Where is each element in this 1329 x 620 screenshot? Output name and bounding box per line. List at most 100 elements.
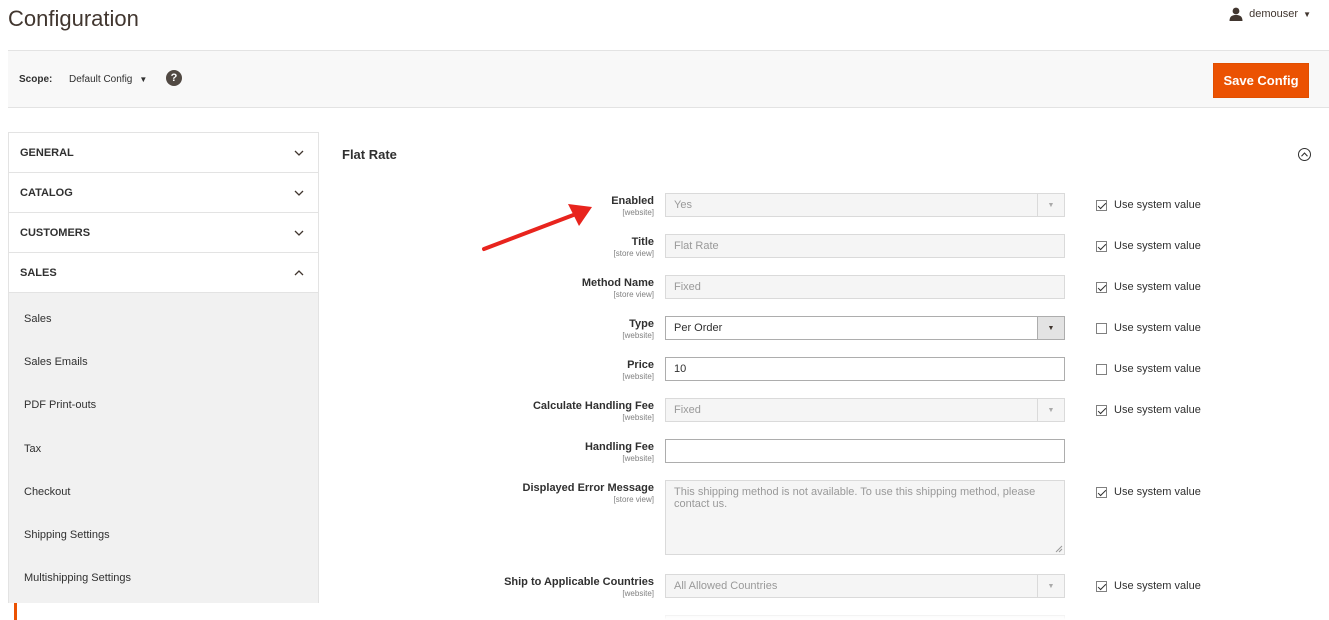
user-menu[interactable]: demouser ▼ <box>1229 7 1311 21</box>
sales-submenu: Sales Sales Emails PDF Print-outs Tax Ch… <box>9 293 318 603</box>
user-name: demouser <box>1249 8 1299 20</box>
use-system-value-label: Use system value <box>1114 240 1201 252</box>
sidebar-item-checkout[interactable]: Checkout <box>9 470 318 513</box>
checkbox-icon <box>1096 363 1107 375</box>
field-scope: [website] <box>622 454 654 463</box>
use-system-value-checkbox[interactable]: Use system value <box>1096 322 1201 334</box>
select-arrow-icon: ▼ <box>1037 399 1064 421</box>
select-value: All Allowed Countries <box>674 580 778 592</box>
price-input[interactable]: 10 <box>665 357 1065 381</box>
sidebar-section-label: SALES <box>20 266 57 279</box>
checkbox-icon <box>1096 486 1107 498</box>
sidebar-item-tax[interactable]: Tax <box>9 427 318 470</box>
sidebar-section-general[interactable]: GENERAL <box>9 133 318 173</box>
field-label: Enabled <box>611 195 654 207</box>
chevron-down-icon <box>294 150 304 156</box>
checkbox-icon <box>1096 281 1107 293</box>
scope-switcher[interactable]: Default Config ▼ <box>69 74 147 85</box>
sidebar-section-label: GENERAL <box>20 146 74 159</box>
use-system-value-checkbox[interactable]: Use system value <box>1096 281 1201 293</box>
checkbox-icon <box>1096 404 1107 416</box>
title-input[interactable]: Flat Rate <box>665 234 1065 258</box>
scroll-fade <box>320 606 1329 620</box>
calculate-handling-fee-select[interactable]: Fixed ▼ <box>665 398 1065 422</box>
sidebar-section-label: CATALOG <box>20 186 73 199</box>
select-arrow-icon: ▼ <box>1037 317 1064 339</box>
enabled-select[interactable]: Yes ▼ <box>665 193 1065 217</box>
use-system-value-checkbox[interactable]: Use system value <box>1096 404 1201 416</box>
use-system-value-label: Use system value <box>1114 281 1201 293</box>
field-scope: [website] <box>622 331 654 340</box>
scope-label: Scope: <box>19 74 53 85</box>
user-icon <box>1229 7 1243 21</box>
caret-down-icon: ▼ <box>139 75 148 84</box>
field-scope: [website] <box>622 372 654 381</box>
textarea-value: This shipping method is not available. T… <box>674 486 1036 510</box>
sidebar-item-sales-emails[interactable]: Sales Emails <box>9 340 318 383</box>
select-value: Per Order <box>674 322 723 334</box>
use-system-value-checkbox[interactable]: Use system value <box>1096 199 1201 211</box>
field-label: Ship to Applicable Countries <box>504 576 654 588</box>
sidebar-item-sales[interactable]: Sales <box>9 297 318 340</box>
use-system-value-label: Use system value <box>1114 580 1201 592</box>
use-system-value-checkbox[interactable]: Use system value <box>1096 486 1201 498</box>
displayed-error-message-textarea[interactable]: This shipping method is not available. T… <box>665 480 1065 555</box>
active-item-indicator <box>14 603 17 620</box>
field-label: Title <box>631 236 654 248</box>
field-scope: [website] <box>622 413 654 422</box>
sidebar-item-multishipping-settings[interactable]: Multishipping Settings <box>9 557 318 600</box>
use-system-value-checkbox[interactable]: Use system value <box>1096 363 1201 375</box>
checkbox-icon <box>1096 580 1107 592</box>
annotation-arrow-icon <box>482 204 592 251</box>
field-scope: [website] <box>622 208 654 217</box>
sidebar-section-sales[interactable]: SALES <box>9 253 318 293</box>
field-label: Calculate Handling Fee <box>532 400 654 412</box>
ship-to-applicable-countries-select[interactable]: All Allowed Countries ▼ <box>665 574 1065 598</box>
input-value: 10 <box>674 363 687 375</box>
resize-grip-icon[interactable] <box>1055 545 1063 553</box>
select-value: Fixed <box>674 404 701 416</box>
field-label: Method Name <box>581 277 654 289</box>
chevron-down-icon <box>294 190 304 196</box>
input-value: Fixed <box>674 281 701 293</box>
sidebar-item-pdf-print-outs[interactable]: PDF Print-outs <box>9 384 318 427</box>
use-system-value-label: Use system value <box>1114 404 1201 416</box>
method-name-input[interactable]: Fixed <box>665 275 1065 299</box>
field-scope: [store view] <box>613 249 654 258</box>
checkbox-icon <box>1096 240 1107 252</box>
type-select[interactable]: Per Order ▼ <box>665 316 1065 340</box>
handling-fee-input[interactable] <box>665 439 1065 463</box>
sidebar-section-customers[interactable]: CUSTOMERS <box>9 213 318 253</box>
checkbox-icon <box>1096 199 1107 211</box>
field-scope: [store view] <box>613 290 654 299</box>
caret-down-icon: ▼ <box>1303 9 1311 19</box>
section-title[interactable]: Flat Rate <box>342 147 397 162</box>
use-system-value-checkbox[interactable]: Use system value <box>1096 240 1201 252</box>
config-sidebar: GENERAL CATALOG CUSTOMERS SALES Sales Sa… <box>8 132 319 603</box>
field-label: Type <box>629 318 654 330</box>
use-system-value-label: Use system value <box>1114 322 1201 334</box>
help-icon[interactable]: ? <box>166 70 182 86</box>
field-scope: [website] <box>622 589 654 598</box>
page-title: Configuration <box>8 6 139 31</box>
chevron-down-icon <box>294 230 304 236</box>
sidebar-item-shipping-settings[interactable]: Shipping Settings <box>9 513 318 556</box>
scope-bar: Scope: Default Config ▼ ? Save Config <box>8 50 1329 108</box>
field-label: Displayed Error Message <box>522 482 654 494</box>
select-value: Yes <box>674 199 692 211</box>
collapse-icon[interactable] <box>1298 148 1311 161</box>
sidebar-section-catalog[interactable]: CATALOG <box>9 173 318 213</box>
use-system-value-label: Use system value <box>1114 363 1201 375</box>
field-label: Price <box>627 359 654 371</box>
use-system-value-label: Use system value <box>1114 199 1201 211</box>
field-scope: [store view] <box>613 495 654 504</box>
checkbox-icon <box>1096 322 1107 334</box>
field-label: Handling Fee <box>584 441 654 453</box>
chevron-up-icon <box>294 269 304 275</box>
use-system-value-label: Use system value <box>1114 486 1201 498</box>
select-arrow-icon: ▼ <box>1037 575 1064 597</box>
use-system-value-checkbox[interactable]: Use system value <box>1096 580 1201 592</box>
input-value: Flat Rate <box>674 240 719 252</box>
scope-value: Default Config <box>69 74 133 85</box>
save-config-button[interactable]: Save Config <box>1213 63 1309 98</box>
